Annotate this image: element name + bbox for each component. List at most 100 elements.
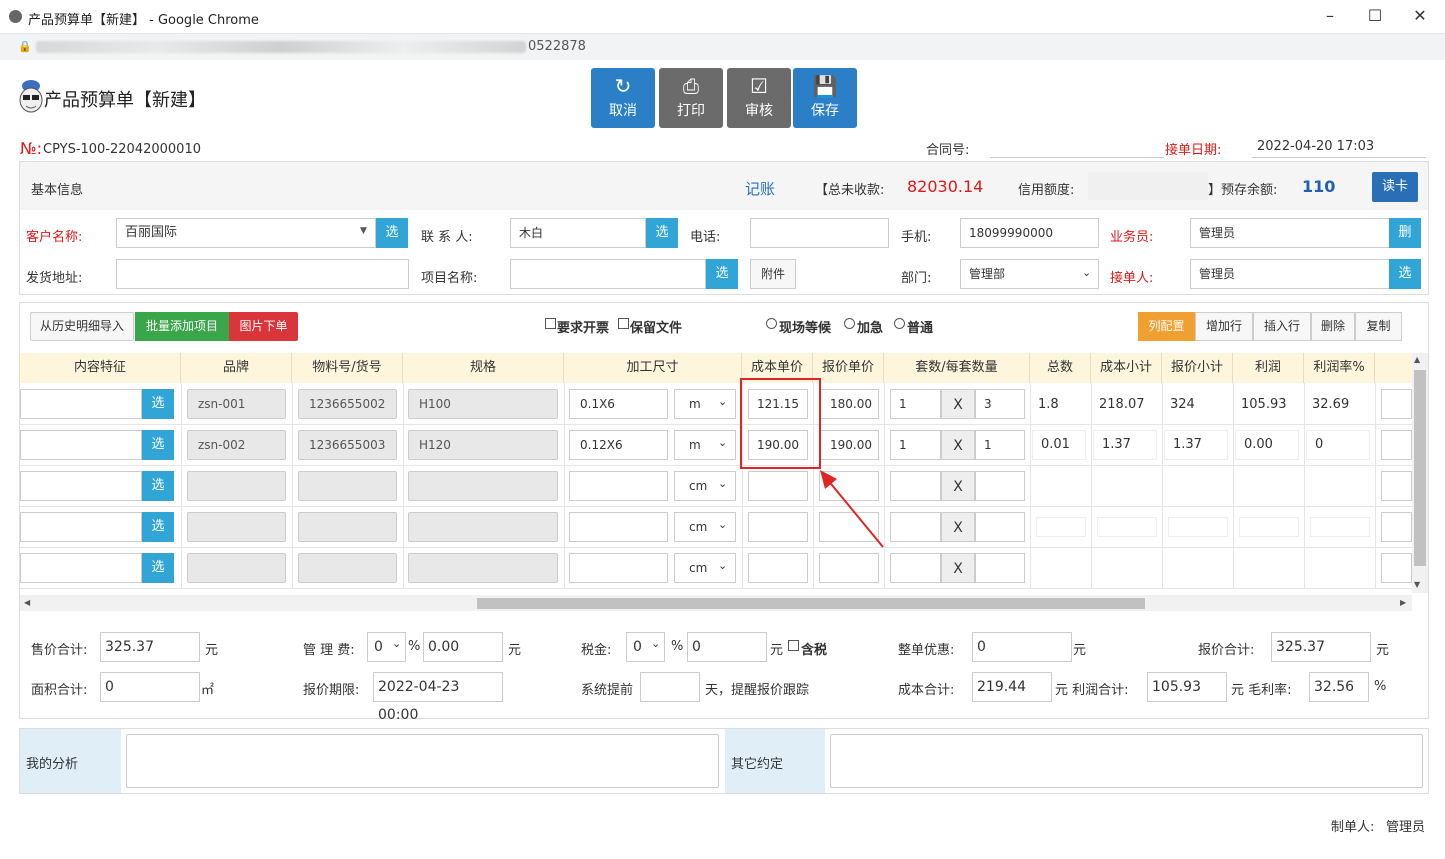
image-order-button[interactable]: 图片下单 (229, 312, 298, 341)
cancel-button[interactable]: ↻ 取消 (591, 68, 655, 128)
feature-select-button[interactable]: 选 (142, 471, 174, 501)
extra-input[interactable] (1381, 430, 1412, 460)
customer-select-button[interactable]: 选 (376, 218, 408, 248)
radio-urgent[interactable] (844, 318, 855, 329)
cost-total-input[interactable]: 219.44 (972, 672, 1052, 702)
audit-button[interactable]: ☑ 审核 (727, 68, 791, 128)
receiver-input[interactable]: 管理员 (1190, 259, 1390, 289)
extra-input[interactable] (1381, 389, 1412, 419)
horizontal-scroll-thumb[interactable] (477, 598, 1145, 609)
column-config-button[interactable]: 列配置 (1138, 312, 1195, 341)
content-feature-input[interactable] (20, 553, 142, 583)
feature-select-button[interactable]: 选 (142, 553, 174, 583)
size-input[interactable]: 0.12X6 (569, 430, 668, 460)
sets-input[interactable]: 1 (890, 430, 941, 460)
order-date-input[interactable]: 2022-04-20 17:03 (1252, 136, 1426, 158)
area-total-input[interactable]: 0 (100, 672, 200, 702)
import-history-button[interactable]: 从历史明细导入 (30, 312, 134, 341)
quote-deadline-input[interactable]: 2022-04-23 00:00 (373, 672, 503, 723)
per-set-input[interactable] (975, 471, 1025, 501)
maximize-icon[interactable]: ☐ (1360, 6, 1390, 25)
extra-input[interactable] (1381, 471, 1412, 501)
print-button[interactable]: ⎙ 打印 (659, 68, 723, 128)
cost-price-input[interactable] (748, 471, 808, 501)
quote-price-input[interactable]: 180.00 (819, 389, 879, 419)
size-input[interactable] (569, 512, 668, 542)
cost-price-input[interactable] (748, 512, 808, 542)
other-terms-textarea[interactable] (830, 734, 1423, 788)
cost-subtotal: 1.37 (1093, 430, 1157, 460)
scroll-right-icon[interactable]: ▶ (1400, 598, 1406, 607)
keep-files-checkbox[interactable] (618, 318, 629, 329)
contact-input[interactable]: 木白 (510, 218, 646, 248)
batch-add-button[interactable]: 批量添加项目 (135, 312, 229, 341)
account-link[interactable]: 记账 (745, 178, 775, 199)
content-feature-input[interactable] (20, 389, 142, 419)
project-label: 项目名称: (421, 271, 478, 286)
feature-select-button[interactable]: 选 (142, 389, 174, 419)
dept-select[interactable]: 管理部 (960, 259, 1099, 289)
feature-select-button[interactable]: 选 (142, 512, 174, 542)
read-card-button[interactable]: 读卡 (1372, 172, 1418, 202)
feature-select-button[interactable]: 选 (142, 430, 174, 460)
content-feature-input[interactable] (20, 471, 142, 501)
minimize-icon[interactable]: – (1315, 6, 1345, 25)
salesman-input[interactable]: 管理员 (1190, 218, 1390, 248)
scroll-down-icon[interactable]: ▼ (1414, 580, 1420, 589)
radio-wait[interactable] (766, 318, 777, 329)
extra-input[interactable] (1381, 553, 1412, 583)
contact-select-button[interactable]: 选 (646, 218, 678, 248)
profit-total-input[interactable]: 105.93 (1147, 672, 1227, 702)
scroll-left-icon[interactable]: ◀ (24, 598, 30, 607)
per-set-input[interactable]: 3 (975, 389, 1025, 419)
tax-included-checkbox[interactable] (788, 640, 799, 651)
row-divider (20, 588, 1412, 589)
address-bar[interactable]: 🔒 0522878 (0, 34, 1445, 60)
cost-price-input[interactable] (748, 553, 808, 583)
quote-price-input[interactable] (819, 553, 879, 583)
tax-input[interactable]: 0 (687, 632, 767, 662)
salesman-delete-button[interactable]: 删 (1389, 218, 1421, 248)
customer-select[interactable]: 百丽国际 (116, 218, 376, 248)
sets-input[interactable] (890, 553, 941, 583)
phone-input[interactable] (750, 218, 889, 248)
project-input[interactable] (510, 259, 706, 289)
sets-input[interactable] (890, 471, 941, 501)
scroll-up-icon[interactable]: ▲ (1414, 355, 1420, 364)
add-row-button[interactable]: 增加行 (1195, 312, 1253, 341)
content-feature-input[interactable] (20, 430, 142, 460)
sets-input[interactable]: 1 (890, 389, 941, 419)
sets-input[interactable] (890, 512, 941, 542)
receiver-select-button[interactable]: 选 (1389, 259, 1421, 289)
contract-input[interactable] (990, 136, 1164, 158)
copy-row-button[interactable]: 复制 (1355, 312, 1402, 341)
content-feature-input[interactable] (20, 512, 142, 542)
size-input[interactable] (569, 553, 668, 583)
cost-subtotal (1097, 517, 1157, 537)
sale-total-input[interactable]: 325.37 (100, 632, 200, 662)
invoice-checkbox[interactable] (545, 318, 556, 329)
insert-row-button[interactable]: 插入行 (1253, 312, 1311, 341)
per-set-input[interactable] (975, 512, 1025, 542)
project-select-button[interactable]: 选 (706, 259, 738, 289)
attachment-button[interactable]: 附件 (750, 259, 796, 289)
address-input[interactable] (116, 259, 409, 289)
analysis-textarea[interactable] (126, 734, 719, 788)
mobile-input[interactable]: 18099990000 (960, 218, 1099, 248)
close-icon[interactable]: ✕ (1405, 6, 1435, 25)
delete-row-button[interactable]: 删除 (1311, 312, 1355, 341)
radio-normal[interactable] (894, 318, 905, 329)
remind-days-input[interactable] (640, 672, 700, 702)
size-input[interactable] (569, 471, 668, 501)
discount-input[interactable]: 0 (972, 632, 1072, 662)
per-set-input[interactable]: 1 (975, 430, 1025, 460)
mgmt-fee-input[interactable]: 0.00 (423, 632, 503, 662)
margin-input[interactable]: 32.56 (1309, 672, 1369, 702)
per-set-input[interactable] (975, 553, 1025, 583)
size-input[interactable]: 0.1X6 (569, 389, 668, 419)
quote-price-input[interactable]: 190.00 (819, 430, 879, 460)
vertical-scroll-thumb[interactable] (1414, 370, 1426, 566)
quote-total-input[interactable]: 325.37 (1271, 632, 1371, 662)
save-button[interactable]: 💾 保存 (793, 68, 857, 128)
extra-input[interactable] (1381, 512, 1412, 542)
